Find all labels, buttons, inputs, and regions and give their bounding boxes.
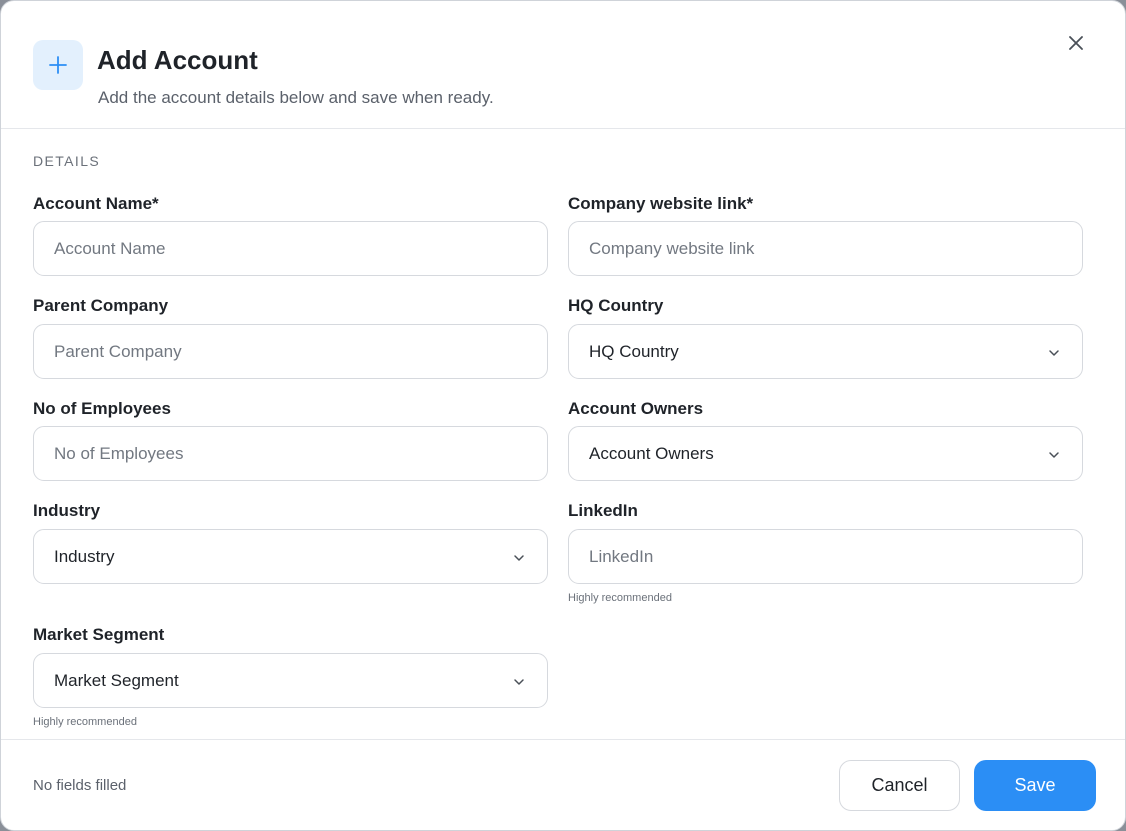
employees-field [33, 426, 548, 481]
close-button[interactable] [1063, 30, 1089, 56]
industry-label: Industry [33, 501, 101, 520]
market-segment-hint: Highly recommended [33, 716, 137, 728]
linkedin-label: LinkedIn [568, 501, 638, 520]
dialog-header: Add Account Add the account details belo… [1, 1, 1125, 129]
industry-select[interactable]: Industry [33, 529, 548, 584]
dialog-title: Add Account [97, 45, 258, 75]
parent-company-input[interactable] [34, 325, 547, 378]
cancel-button[interactable]: Cancel [839, 760, 960, 811]
employees-input[interactable] [34, 427, 547, 480]
dialog-subtitle: Add the account details below and save w… [98, 88, 494, 107]
market-segment-label: Market Segment [33, 625, 165, 644]
employees-label: No of Employees [33, 399, 171, 418]
parent-company-label: Parent Company [33, 296, 169, 315]
account-owners-value: Account Owners [589, 444, 714, 463]
chevron-down-icon [1049, 350, 1059, 356]
account-owners-select[interactable]: Account Owners [568, 426, 1083, 481]
account-owners-label: Account Owners [568, 399, 704, 418]
parent-company-field [33, 324, 548, 379]
website-label: Company website link* [568, 194, 754, 213]
account-name-label: Account Name* [33, 194, 159, 213]
account-name-input[interactable] [34, 222, 547, 275]
add-account-dialog: Add Account Add the account details belo… [0, 0, 1126, 831]
market-segment-select[interactable]: Market Segment [33, 653, 548, 708]
account-name-field [33, 221, 548, 276]
fill-status: No fields filled [33, 777, 127, 794]
website-field [568, 221, 1083, 276]
section-label: DETAILS [33, 153, 101, 169]
hq-country-value: HQ Country [589, 342, 679, 361]
linkedin-field [568, 529, 1083, 584]
dialog-footer: No fields filled Cancel Save [1, 739, 1125, 830]
market-segment-value: Market Segment [54, 671, 179, 690]
website-input[interactable] [569, 222, 1082, 275]
close-icon [1069, 36, 1083, 50]
linkedin-input[interactable] [569, 530, 1082, 583]
chevron-down-icon [514, 555, 524, 561]
hq-country-label: HQ Country [568, 296, 664, 315]
chevron-down-icon [1049, 452, 1059, 458]
save-button[interactable]: Save [974, 760, 1096, 811]
chevron-down-icon [514, 679, 524, 685]
hq-country-select[interactable]: HQ Country [568, 324, 1083, 379]
linkedin-hint: Highly recommended [568, 592, 672, 604]
plus-icon [33, 40, 83, 90]
industry-value: Industry [54, 547, 115, 566]
